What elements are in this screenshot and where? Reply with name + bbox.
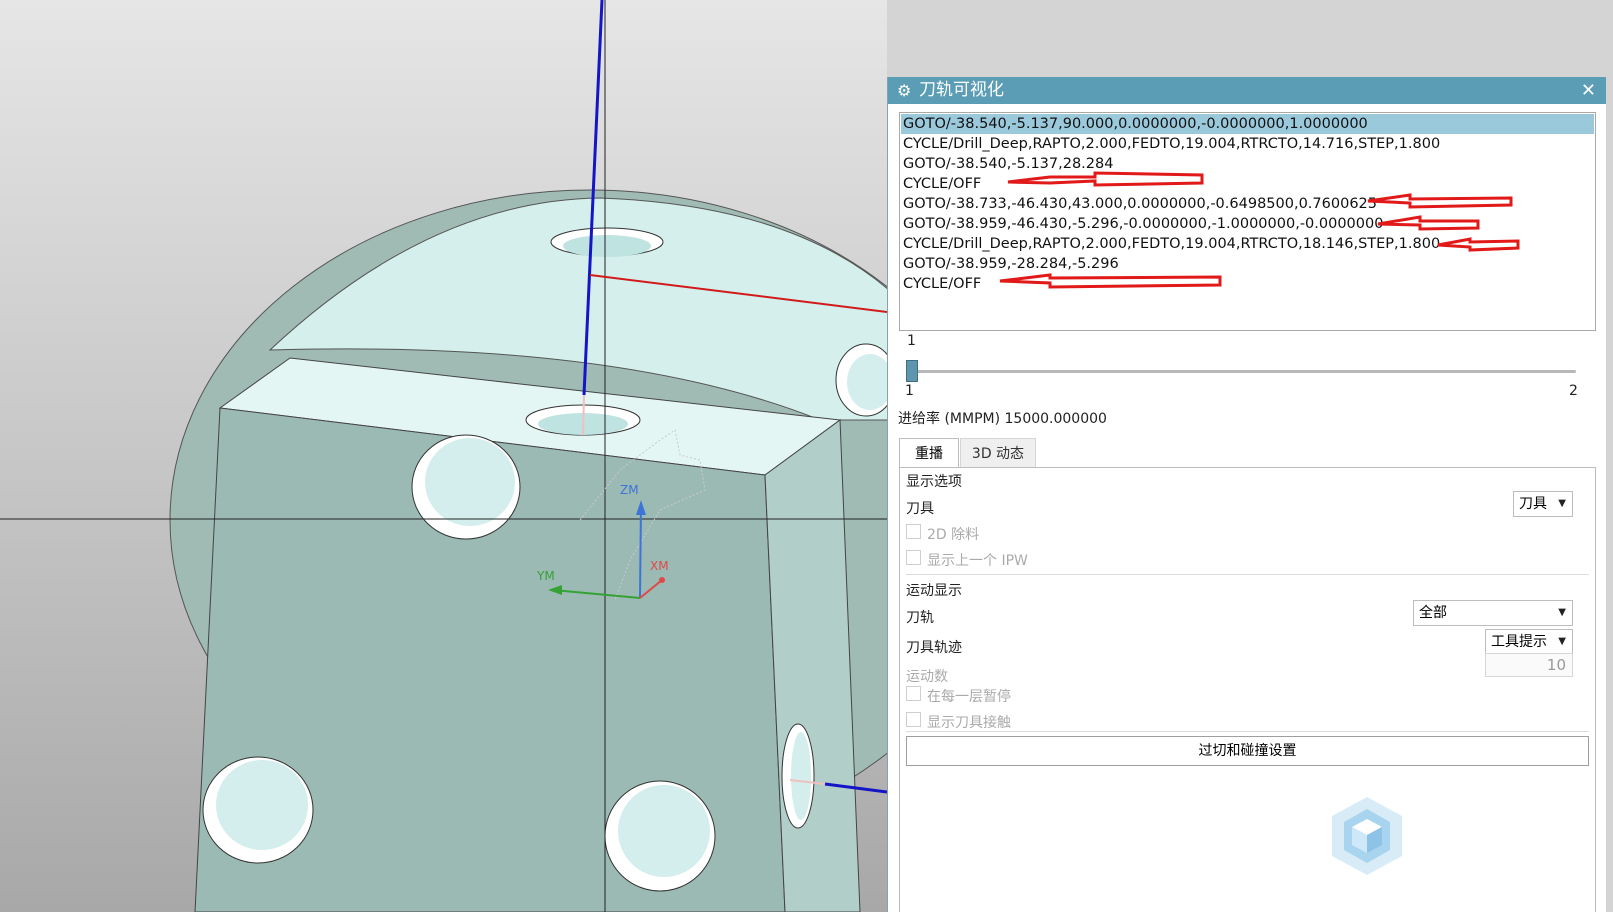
gouge-collision-settings-button[interactable]: 过切和碰撞设置: [906, 736, 1589, 766]
tool-dropdown[interactable]: 刀具 ▼: [1513, 491, 1573, 517]
code-line[interactable]: GOTO/-38.959,-28.284,-5.296: [901, 254, 1594, 274]
chevron-down-icon: ▼: [1558, 636, 1566, 647]
toolpath-label: 刀轨: [906, 610, 934, 626]
remove-2d-label: 2D 除料: [927, 527, 980, 543]
xm-axis-label: XM: [650, 559, 669, 573]
code-line[interactable]: GOTO/-38.540,-5.137,90.000,0.0000000,-0.…: [901, 114, 1594, 134]
chevron-down-icon: ▼: [1558, 607, 1566, 618]
tool-trace-dropdown[interactable]: 工具提示 ▼: [1485, 629, 1573, 655]
code-line[interactable]: GOTO/-38.733,-46.430,43.000,0.0000000,-0…: [901, 194, 1594, 214]
motion-display-header: 运动显示: [906, 583, 962, 599]
feed-rate-text: 进给率 (MMPM) 15000.000000: [898, 411, 1107, 427]
pause-each-layer-checkbox[interactable]: [906, 686, 921, 701]
code-line[interactable]: GOTO/-38.540,-5.137,28.284: [901, 154, 1594, 174]
tool-trace-label: 刀具轨迹: [906, 640, 962, 656]
toolpath-dropdown[interactable]: 全部 ▼: [1413, 600, 1573, 626]
remove-2d-checkbox[interactable]: [906, 524, 921, 539]
toolpath-code-list[interactable]: GOTO/-38.540,-5.137,90.000,0.0000000,-0.…: [899, 112, 1596, 331]
show-tool-contact-checkbox[interactable]: [906, 712, 921, 727]
ym-axis-label: YM: [536, 569, 555, 583]
cube-logo-icon: [1332, 797, 1402, 875]
code-line[interactable]: CYCLE/Drill_Deep,RAPTO,2.000,FEDTO,19.00…: [901, 134, 1594, 154]
section-divider: [906, 731, 1589, 732]
chevron-down-icon: ▼: [1558, 498, 1566, 509]
show-prev-ipw-label: 显示上一个 IPW: [927, 553, 1028, 569]
graphics-viewport[interactable]: ZM YM XM: [0, 0, 887, 912]
playback-slider-track[interactable]: [909, 370, 1576, 373]
slider-max-label: 2: [1569, 383, 1578, 399]
motion-count-label: 运动数: [906, 669, 948, 685]
toolpath-dropdown-value: 全部: [1419, 605, 1447, 621]
dialog-title: 刀轨可视化: [919, 80, 1004, 100]
tool-trace-dropdown-value: 工具提示: [1491, 634, 1547, 650]
playback-slider-thumb[interactable]: [906, 360, 918, 382]
code-line[interactable]: CYCLE/OFF: [901, 174, 1594, 194]
zm-axis-label: ZM: [620, 483, 639, 497]
toolpath-visualization-dialog: ⚙ 刀轨可视化 ✕ GOTO/-38.540,-5.137,90.000,0.0…: [887, 77, 1606, 912]
code-line[interactable]: CYCLE/OFF: [901, 274, 1594, 294]
dialog-titlebar[interactable]: ⚙ 刀轨可视化 ✕: [888, 77, 1606, 104]
tool-dropdown-value: 刀具: [1519, 496, 1547, 512]
section-divider: [906, 574, 1589, 575]
part-model: ZM YM XM: [0, 0, 887, 912]
tab-replay[interactable]: 重播: [899, 438, 959, 468]
code-line[interactable]: CYCLE/Drill_Deep,RAPTO,2.000,FEDTO,19.00…: [901, 234, 1594, 254]
show-tool-contact-label: 显示刀具接触: [927, 715, 1011, 731]
pause-each-layer-label: 在每一层暂停: [927, 689, 1011, 705]
motion-count-input[interactable]: 10: [1485, 653, 1573, 677]
gear-icon: ⚙: [897, 81, 912, 100]
code-line[interactable]: GOTO/-38.959,-46.430,-5.296,-0.0000000,-…: [901, 214, 1594, 234]
close-icon[interactable]: ✕: [1581, 77, 1596, 104]
show-prev-ipw-checkbox[interactable]: [906, 550, 921, 565]
slider-current-value: 1: [907, 333, 916, 349]
tab-3d-dynamic[interactable]: 3D 动态: [960, 438, 1036, 468]
tool-label: 刀具: [906, 501, 934, 517]
display-options-header: 显示选项: [906, 474, 962, 490]
slider-min-label: 1: [905, 383, 914, 399]
